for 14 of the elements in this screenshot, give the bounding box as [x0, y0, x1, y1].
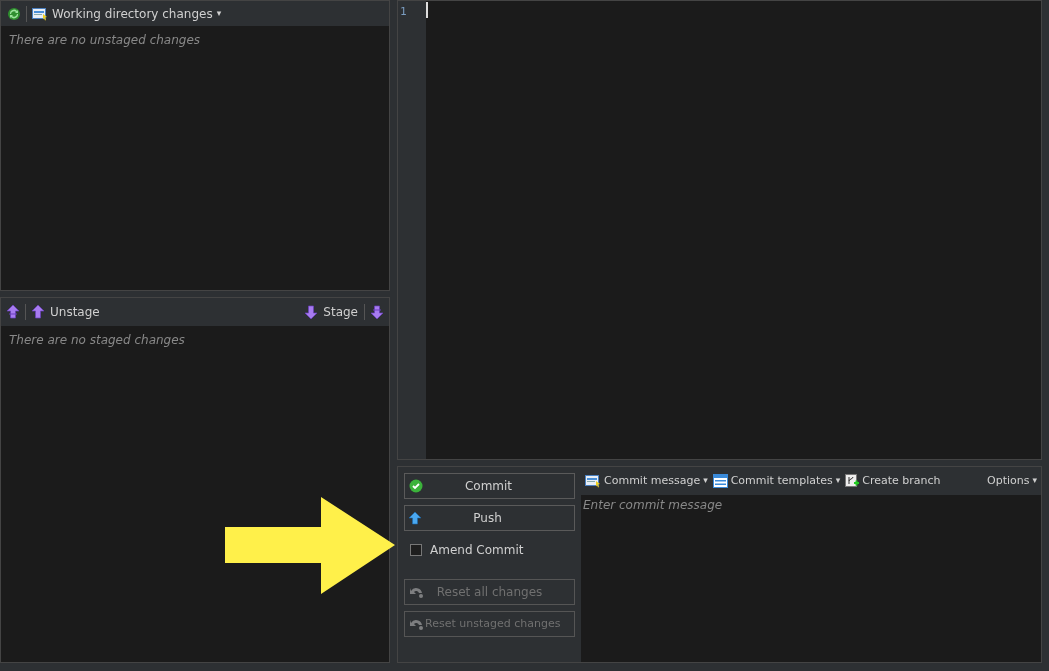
- unstage-button[interactable]: Unstage: [32, 303, 100, 321]
- options-dropdown[interactable]: Options ▾: [987, 472, 1037, 490]
- diff-editor[interactable]: 1: [397, 0, 1042, 460]
- empty-message: There are no staged changes: [8, 332, 186, 349]
- toolbar-button[interactable]: Create branch: [845, 472, 941, 490]
- checkbox-label: Amend Commit: [430, 542, 524, 559]
- toolbar-button[interactable]: Commit message ▾: [585, 472, 708, 490]
- stage-button[interactable]: Stage: [305, 303, 358, 321]
- commit-button[interactable]: Commit: [404, 473, 575, 499]
- commit-message-field[interactable]: Enter commit message: [581, 495, 1041, 662]
- push-button[interactable]: Push: [404, 505, 575, 531]
- empty-message: There are no unstaged changes: [8, 32, 202, 49]
- line-number: 1: [400, 4, 408, 20]
- toolbar-button[interactable]: Commit templates ▾: [712, 472, 841, 490]
